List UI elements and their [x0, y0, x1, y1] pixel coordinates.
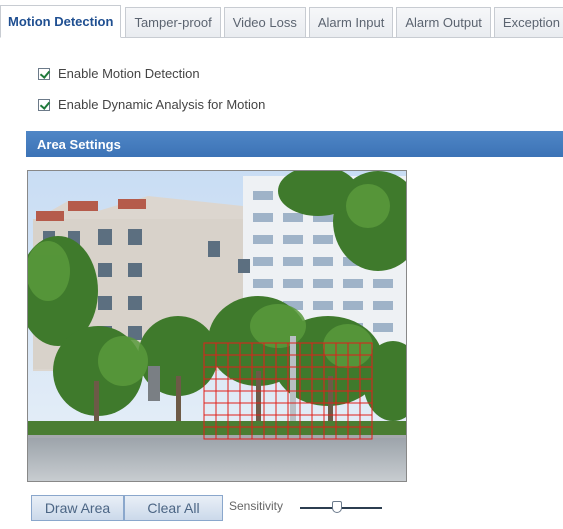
clear-all-button[interactable]: Clear All: [124, 495, 223, 521]
area-settings-header: Area Settings: [26, 131, 563, 157]
sensitivity-slider[interactable]: [300, 500, 382, 516]
tab-video-loss[interactable]: Video Loss: [223, 7, 306, 37]
tab-exception[interactable]: Exception: [493, 7, 563, 37]
tab-motion-detection[interactable]: Motion Detection: [0, 5, 122, 38]
tab-bar: Motion Detection Tamper-proof Video Loss…: [0, 4, 563, 38]
sensitivity-label: Sensitivity: [229, 499, 284, 513]
camera-scene-image: [28, 171, 406, 481]
area-settings-title: Area Settings: [37, 136, 121, 152]
tab-alarm-input[interactable]: Alarm Input: [308, 7, 394, 37]
sensitivity-slider-thumb[interactable]: [331, 501, 342, 513]
tab-alarm-output[interactable]: Alarm Output: [396, 7, 491, 37]
enable-motion-detection-label: Enable Motion Detection: [58, 66, 200, 81]
enable-dynamic-analysis-checkbox[interactable]: [38, 98, 50, 111]
video-preview[interactable]: [27, 170, 407, 482]
tab-tamper-proof[interactable]: Tamper-proof: [125, 7, 221, 37]
motion-detection-page: Motion Detection Tamper-proof Video Loss…: [0, 0, 563, 529]
enable-dynamic-analysis-option: Enable Dynamic Analysis for Motion: [38, 97, 265, 112]
enable-dynamic-analysis-label: Enable Dynamic Analysis for Motion: [58, 97, 266, 112]
enable-motion-detection-checkbox[interactable]: [38, 67, 50, 80]
enable-motion-detection-option: Enable Motion Detection: [38, 66, 200, 81]
draw-area-button[interactable]: Draw Area: [31, 495, 124, 521]
